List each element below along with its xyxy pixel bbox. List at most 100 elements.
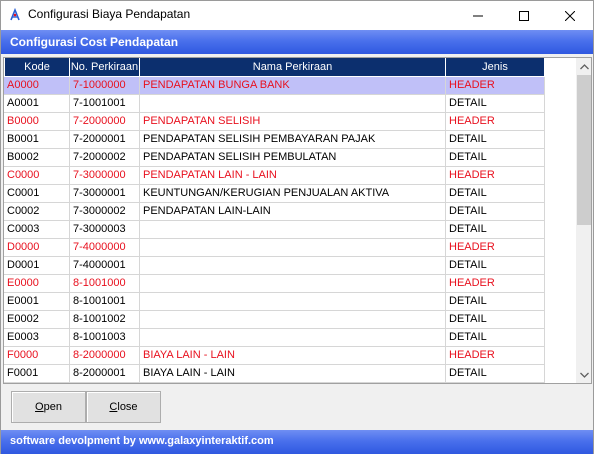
cell-no-perkiraan[interactable]: 7-2000000 bbox=[70, 113, 140, 131]
table-row[interactable]: E0002 8-1001002 DETAIL bbox=[4, 311, 545, 329]
cell-no-perkiraan[interactable]: 8-1001001 bbox=[70, 293, 140, 311]
cell-kode[interactable]: C0001 bbox=[4, 185, 70, 203]
table-row[interactable]: D0001 7-4000001 DETAIL bbox=[4, 257, 545, 275]
column-header-nama-perkiraan[interactable]: Nama Perkiraan bbox=[140, 58, 446, 77]
table-row[interactable]: E0003 8-1001003 DETAIL bbox=[4, 329, 545, 347]
cell-jenis[interactable]: HEADER bbox=[446, 167, 545, 185]
column-header-jenis[interactable]: Jenis bbox=[446, 58, 545, 77]
table-row[interactable]: B0000 7-2000000 PENDAPATAN SELISIH HEADER bbox=[4, 113, 545, 131]
table-row[interactable]: E0001 8-1001001 DETAIL bbox=[4, 293, 545, 311]
cell-kode[interactable]: E0000 bbox=[4, 275, 70, 293]
cell-jenis[interactable]: DETAIL bbox=[446, 221, 545, 239]
cell-no-perkiraan[interactable]: 8-2000001 bbox=[70, 365, 140, 383]
cell-no-perkiraan[interactable]: 7-1000000 bbox=[70, 77, 140, 95]
cell-nama-perkiraan[interactable]: PENDAPATAN BUNGA BANK bbox=[140, 77, 446, 95]
cell-no-perkiraan[interactable]: 7-2000001 bbox=[70, 131, 140, 149]
cell-kode[interactable]: B0000 bbox=[4, 113, 70, 131]
cell-kode[interactable]: C0000 bbox=[4, 167, 70, 185]
cell-jenis[interactable]: DETAIL bbox=[446, 257, 545, 275]
table-row[interactable]: C0001 7-3000001 KEUNTUNGAN/KERUGIAN PENJUA… bbox=[4, 185, 545, 203]
scrollbar-thumb[interactable] bbox=[577, 75, 591, 225]
table-row[interactable]: D0000 7-4000000 HEADER bbox=[4, 239, 545, 257]
close-button[interactable]: Close bbox=[86, 391, 161, 423]
cell-no-perkiraan[interactable]: 7-4000001 bbox=[70, 257, 140, 275]
cell-jenis[interactable]: HEADER bbox=[446, 77, 545, 95]
button-bar: Open Close bbox=[1, 384, 593, 430]
cell-nama-perkiraan[interactable]: PENDAPATAN LAIN - LAIN bbox=[140, 167, 446, 185]
table-row[interactable]: B0001 7-2000001 PENDAPATAN SELISIH PEMBAYA… bbox=[4, 131, 545, 149]
cell-kode[interactable]: D0000 bbox=[4, 239, 70, 257]
cell-jenis[interactable]: DETAIL bbox=[446, 329, 545, 347]
cell-jenis[interactable]: DETAIL bbox=[446, 311, 545, 329]
cell-nama-perkiraan[interactable]: PENDAPATAN LAIN-LAIN bbox=[140, 203, 446, 221]
cell-kode[interactable]: C0003 bbox=[4, 221, 70, 239]
cell-jenis[interactable]: DETAIL bbox=[446, 203, 545, 221]
cell-nama-perkiraan[interactable] bbox=[140, 293, 446, 311]
cell-no-perkiraan[interactable]: 7-1001001 bbox=[70, 95, 140, 113]
cell-no-perkiraan[interactable]: 8-2000000 bbox=[70, 347, 140, 365]
cell-nama-perkiraan[interactable] bbox=[140, 275, 446, 293]
table-row[interactable]: F0000 8-2000000 BIAYA LAIN - LAIN HEADER bbox=[4, 347, 545, 365]
cell-jenis[interactable]: DETAIL bbox=[446, 149, 545, 167]
cell-no-perkiraan[interactable]: 8-1001003 bbox=[70, 329, 140, 347]
table-row[interactable]: C0002 7-3000002 PENDAPATAN LAIN-LAIN DETAIL bbox=[4, 203, 545, 221]
table-row[interactable]: F0001 8-2000001 BIAYA LAIN - LAIN DETAIL bbox=[4, 365, 545, 383]
cell-nama-perkiraan[interactable] bbox=[140, 257, 446, 275]
cell-kode[interactable]: B0001 bbox=[4, 131, 70, 149]
cell-no-perkiraan[interactable]: 7-2000002 bbox=[70, 149, 140, 167]
cell-nama-perkiraan[interactable] bbox=[140, 221, 446, 239]
close-window-button[interactable] bbox=[547, 1, 593, 30]
cell-no-perkiraan[interactable]: 7-3000003 bbox=[70, 221, 140, 239]
cell-nama-perkiraan[interactable] bbox=[140, 311, 446, 329]
cell-jenis[interactable]: HEADER bbox=[446, 239, 545, 257]
cell-no-perkiraan[interactable]: 8-1001000 bbox=[70, 275, 140, 293]
table-row[interactable]: E0000 8-1001000 HEADER bbox=[4, 275, 545, 293]
cell-no-perkiraan[interactable]: 8-1001002 bbox=[70, 311, 140, 329]
table-row[interactable]: B0002 7-2000002 PENDAPATAN SELISIH PEMBULA… bbox=[4, 149, 545, 167]
data-grid[interactable]: Kode No. Perkiraan Nama Perkiraan Jenis … bbox=[3, 57, 592, 384]
cell-kode[interactable]: E0003 bbox=[4, 329, 70, 347]
cell-nama-perkiraan[interactable]: BIAYA LAIN - LAIN bbox=[140, 365, 446, 383]
cell-jenis[interactable]: DETAIL bbox=[446, 293, 545, 311]
cell-nama-perkiraan[interactable]: PENDAPATAN SELISIH PEMBAYARAN PAJAK bbox=[140, 131, 446, 149]
scroll-down-button[interactable] bbox=[576, 366, 591, 383]
cell-kode[interactable]: E0002 bbox=[4, 311, 70, 329]
cell-kode[interactable]: F0000 bbox=[4, 347, 70, 365]
cell-no-perkiraan[interactable]: 7-3000001 bbox=[70, 185, 140, 203]
cell-nama-perkiraan[interactable] bbox=[140, 95, 446, 113]
maximize-button[interactable] bbox=[501, 1, 547, 30]
cell-no-perkiraan[interactable]: 7-4000000 bbox=[70, 239, 140, 257]
cell-nama-perkiraan[interactable]: KEUNTUNGAN/KERUGIAN PENJUALAN AKTIVA bbox=[140, 185, 446, 203]
cell-kode[interactable]: D0001 bbox=[4, 257, 70, 275]
scroll-up-button[interactable] bbox=[576, 58, 591, 75]
cell-jenis[interactable]: HEADER bbox=[446, 113, 545, 131]
cell-kode[interactable]: B0002 bbox=[4, 149, 70, 167]
cell-jenis[interactable]: HEADER bbox=[446, 347, 545, 365]
column-header-no-perkiraan[interactable]: No. Perkiraan bbox=[70, 58, 140, 77]
table-row[interactable]: C0003 7-3000003 DETAIL bbox=[4, 221, 545, 239]
open-button[interactable]: Open bbox=[11, 391, 86, 423]
column-header-kode[interactable]: Kode bbox=[4, 58, 70, 77]
cell-no-perkiraan[interactable]: 7-3000000 bbox=[70, 167, 140, 185]
cell-kode[interactable]: A0001 bbox=[4, 95, 70, 113]
cell-nama-perkiraan[interactable] bbox=[140, 239, 446, 257]
table-row[interactable]: A0000 7-1000000 PENDAPATAN BUNGA BANK HEADE… bbox=[4, 77, 545, 95]
cell-jenis[interactable]: DETAIL bbox=[446, 365, 545, 383]
table-row[interactable]: A0001 7-1001001 DETAIL bbox=[4, 95, 545, 113]
vertical-scrollbar[interactable] bbox=[576, 58, 591, 383]
cell-kode[interactable]: F0001 bbox=[4, 365, 70, 383]
cell-jenis[interactable]: DETAIL bbox=[446, 185, 545, 203]
cell-kode[interactable]: E0001 bbox=[4, 293, 70, 311]
cell-kode[interactable]: C0002 bbox=[4, 203, 70, 221]
cell-nama-perkiraan[interactable]: PENDAPATAN SELISIH bbox=[140, 113, 446, 131]
cell-nama-perkiraan[interactable] bbox=[140, 329, 446, 347]
cell-jenis[interactable]: HEADER bbox=[446, 275, 545, 293]
cell-nama-perkiraan[interactable]: PENDAPATAN SELISIH PEMBULATAN bbox=[140, 149, 446, 167]
cell-kode[interactable]: A0000 bbox=[4, 77, 70, 95]
cell-nama-perkiraan[interactable]: BIAYA LAIN - LAIN bbox=[140, 347, 446, 365]
table-row[interactable]: C0000 7-3000000 PENDAPATAN LAIN - LAIN HEAD… bbox=[4, 167, 545, 185]
cell-no-perkiraan[interactable]: 7-3000002 bbox=[70, 203, 140, 221]
minimize-button[interactable] bbox=[455, 1, 501, 30]
cell-jenis[interactable]: DETAIL bbox=[446, 131, 545, 149]
cell-jenis[interactable]: DETAIL bbox=[446, 95, 545, 113]
